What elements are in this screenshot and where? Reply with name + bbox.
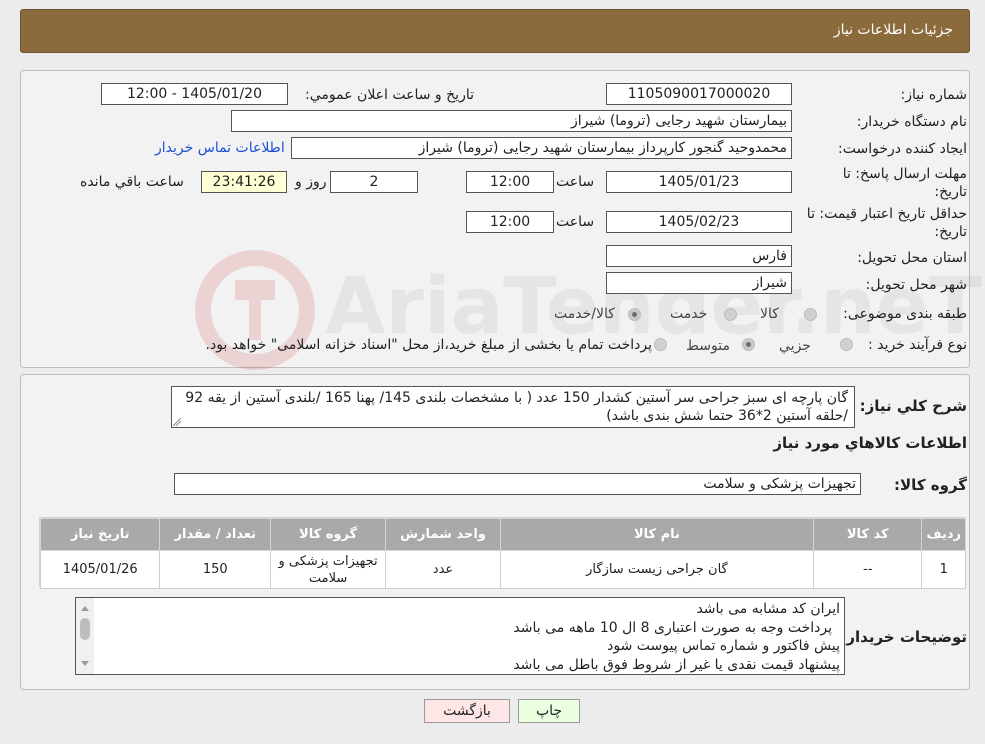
requester-field: محمدوحید گنجور کارپرداز بیمارستان شهید ر…: [291, 137, 792, 159]
city-field: شیراز: [606, 272, 792, 294]
col-header-item-name: نام كالا: [499, 518, 814, 551]
row-number-cell: 1: [921, 550, 966, 589]
requester-label: ايجاد کننده درخواست:: [838, 141, 967, 157]
col-header-item-code: كد كالا: [812, 518, 923, 551]
goods-group-label: گروه كالا:: [894, 476, 967, 494]
announce-date-label: تاريخ و ساعت اعلان عمومي:: [305, 87, 474, 103]
col-header-need-date: تاريخ نياز: [39, 518, 161, 551]
category-goods-radio[interactable]: [804, 308, 817, 321]
validity-label-line2: تاريخ:: [934, 224, 967, 240]
resize-grip-icon[interactable]: [173, 418, 181, 426]
deadline-time-label: ساعت: [556, 174, 595, 190]
remaining-time-label: ساعت باقي مانده: [80, 174, 184, 190]
process-option-minor-label: جزيي: [779, 338, 811, 354]
goods-group-cell: تجهیزات پزشکی و سلامت: [270, 550, 386, 589]
category-goods-service-radio[interactable]: [628, 308, 641, 321]
province-label: استان محل تحويل:: [857, 250, 967, 266]
page-header: جزئيات اطلاعات نياز: [20, 9, 970, 53]
summary-textarea[interactable]: گان پارچه ای سبز جراحی سر آستین کشدار 15…: [171, 386, 855, 428]
buyer-org-field: بیمارستان شهید رجایی (تروما) شیراز: [231, 110, 792, 132]
page-title: جزئيات اطلاعات نياز: [833, 22, 953, 38]
category-option-service-label: خدمت: [670, 306, 708, 322]
category-option-goods-service-label: کالا/خدمت: [554, 306, 615, 322]
need-number-field: 1105090017000020: [606, 83, 792, 105]
buyer-note-line: پرداخت وجه به صورت اعتباری 8 ال 10 ماهه …: [513, 619, 832, 636]
unit-cell: عدد: [385, 550, 501, 589]
category-service-radio[interactable]: [724, 308, 737, 321]
province-field: فارس: [606, 245, 792, 267]
process-minor-radio[interactable]: [840, 338, 853, 351]
col-header-row-number: رديف: [921, 518, 966, 551]
items-table-wrapper: رديف كد كالا نام كالا واحد شمارش گروه كا…: [39, 517, 966, 589]
announce-date-field: 1405/01/20 - 12:00: [101, 83, 288, 105]
quantity-cell: 150: [159, 550, 272, 589]
deadline-time-field: 12:00: [466, 171, 554, 193]
scrollbar-arrows-icon: [80, 606, 90, 666]
table-row: 1 -- گان جراحی زیست سازگار عدد تجهیزات پزشکی…: [39, 550, 966, 589]
process-treasury-checkbox[interactable]: [654, 338, 667, 351]
buyer-note-line: ایران کد مشابه می باشد: [696, 601, 840, 617]
buyer-notes-label: توضيحات خريدار:: [840, 628, 967, 646]
goods-section-title: اطلاعات كالاهاي مورد نياز: [773, 434, 967, 452]
process-note: پرداخت تمام یا بخشی از مبلغ خرید،از محل …: [205, 337, 652, 353]
summary-label: شرح كلي نياز:: [859, 397, 967, 415]
col-header-quantity: تعداد / مقدار: [159, 518, 272, 551]
item-name-cell: گان جراحی زیست سازگار: [499, 550, 814, 589]
category-label: طبقه بندی موضوعی:: [843, 306, 967, 322]
validity-time-field: 12:00: [466, 211, 554, 233]
col-header-goods-group: گروه كالا: [270, 518, 386, 551]
deadline-label-line1: مهلت ارسال پاسخ: تا: [842, 166, 967, 182]
validity-label-line1: حداقل تاريخ اعتبار قيمت: تا: [806, 206, 967, 222]
buyer-notes-textarea[interactable]: ایران کد مشابه می باشد پرداخت وجه به صور…: [75, 597, 845, 675]
item-code-cell: --: [812, 550, 923, 589]
need-number-label: شماره نياز:: [900, 87, 968, 103]
back-button[interactable]: بازگشت: [424, 699, 510, 723]
need-date-cell: 1405/01/26: [39, 550, 161, 589]
days-remaining-field: 2: [330, 171, 418, 193]
remaining-time-field: 23:41:26: [201, 171, 287, 193]
process-option-medium-label: متوسط: [686, 338, 730, 354]
process-label: نوع فرآيند خريد :: [868, 337, 967, 353]
days-label: روز و: [295, 174, 327, 190]
validity-time-label: ساعت: [556, 214, 595, 230]
deadline-date-field: 1405/01/23: [606, 171, 792, 193]
buyer-contact-link[interactable]: اطلاعات تماس خريدار: [155, 140, 285, 156]
buyer-note-line: پیش فاکتور و شماره تماس پیوست شود: [607, 638, 840, 654]
process-medium-radio[interactable]: [742, 338, 755, 351]
validity-date-field: 1405/02/23: [606, 211, 792, 233]
notes-scrollbar[interactable]: [76, 598, 94, 674]
buyer-note-line: پیشنهاد قیمت نقدی یا غیر از شروط فوق باط…: [513, 656, 840, 673]
goods-group-field: تجهیزات پزشکی و سلامت: [174, 473, 861, 495]
items-table: رديف كد كالا نام كالا واحد شمارش گروه كا…: [39, 518, 966, 589]
buyer-org-label: نام دستگاه خريدار:: [856, 114, 967, 130]
deadline-label-line2: تاريخ:: [934, 184, 967, 200]
category-option-goods-label: کالا: [760, 306, 779, 322]
print-button[interactable]: چاپ: [518, 699, 580, 723]
col-header-unit: واحد شمارش: [385, 518, 501, 551]
table-header-row: رديف كد كالا نام كالا واحد شمارش گروه كا…: [39, 518, 966, 551]
city-label: شهر محل تحويل:: [865, 277, 967, 293]
